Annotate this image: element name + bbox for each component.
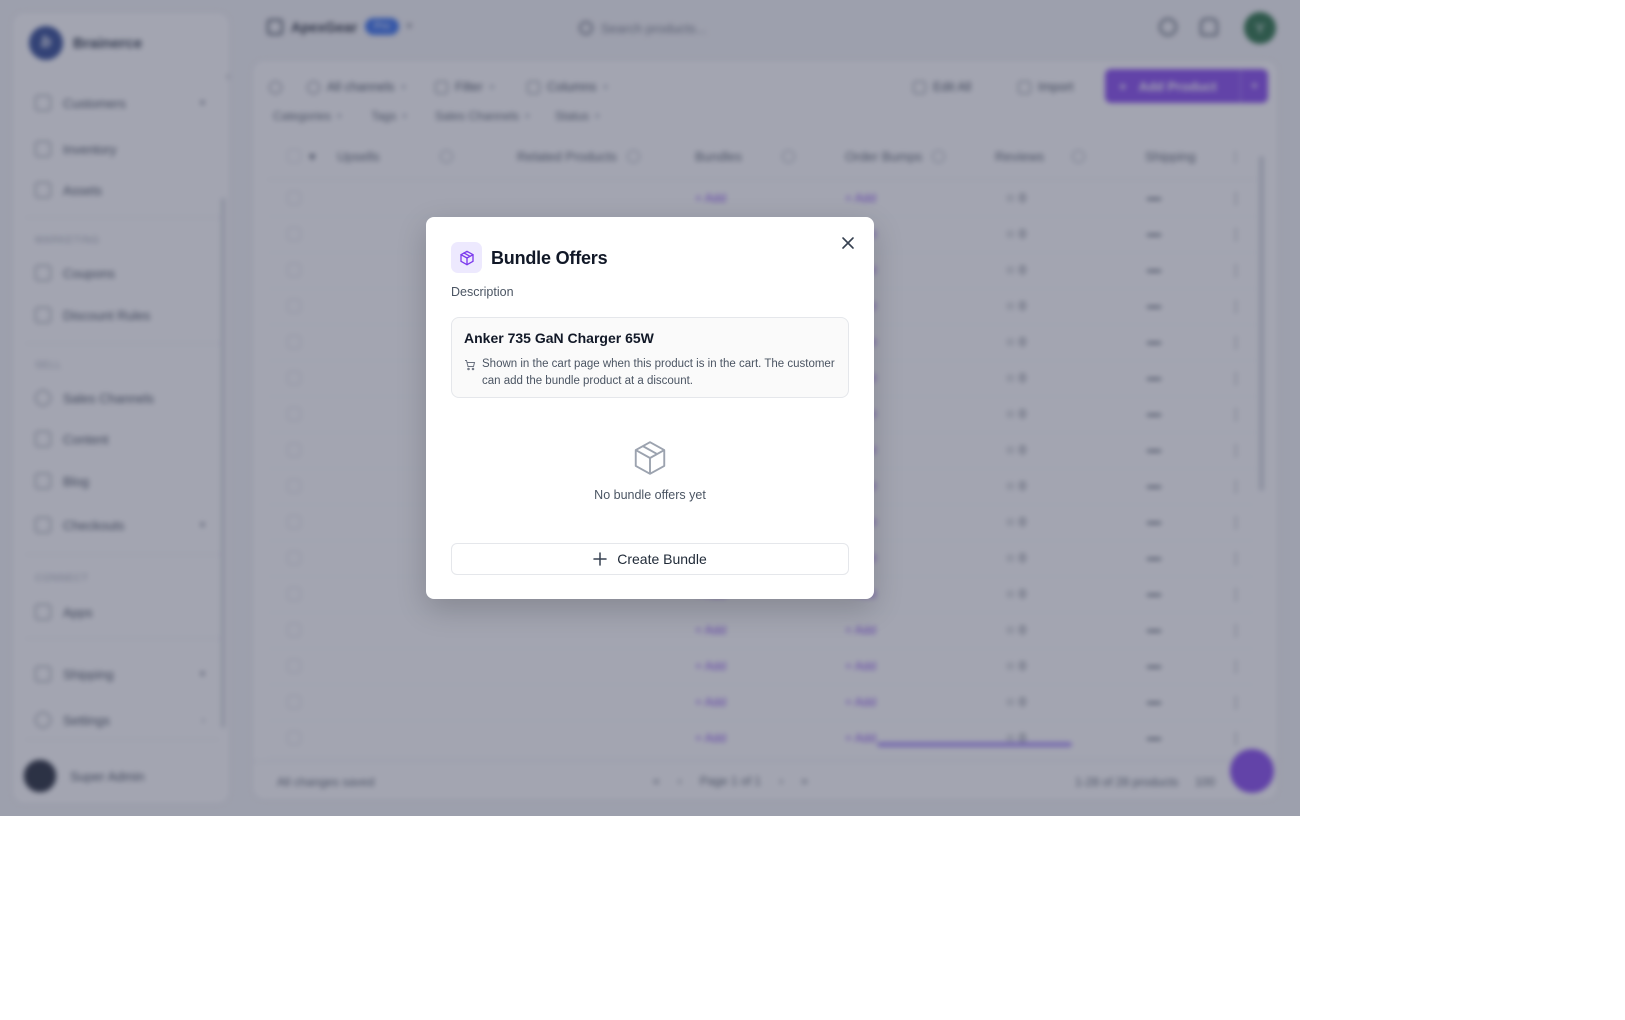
package-icon xyxy=(451,242,482,273)
product-description: Shown in the cart page when this product… xyxy=(482,358,835,387)
create-bundle-button[interactable]: Create Bundle xyxy=(451,543,849,575)
close-button[interactable] xyxy=(836,231,860,255)
product-description-row: Shown in the cart page when this product… xyxy=(464,356,836,390)
bundle-offers-dialog: Bundle Offers Description Anker 735 GaN … xyxy=(426,217,874,599)
app-viewport: b Brainerce ‹ Customers ▾ Inventory Asse… xyxy=(0,0,1300,816)
dialog-title: Bundle Offers xyxy=(491,248,608,268)
plus-icon xyxy=(593,552,607,566)
create-bundle-label: Create Bundle xyxy=(617,551,707,567)
description-label: Description xyxy=(451,285,514,299)
cart-icon xyxy=(465,360,476,371)
product-info-card: Anker 735 GaN Charger 65W Shown in the c… xyxy=(451,317,849,398)
empty-box-icon xyxy=(631,439,669,482)
product-name: Anker 735 GaN Charger 65W xyxy=(464,330,654,346)
empty-state-text: No bundle offers yet xyxy=(594,488,706,502)
close-icon xyxy=(842,237,854,249)
